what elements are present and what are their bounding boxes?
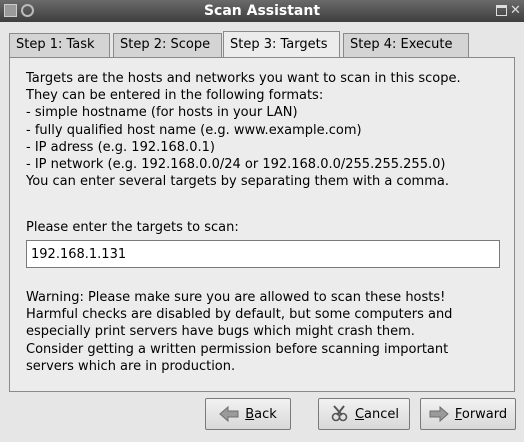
- tab-step-4-execute[interactable]: Step 4: Execute: [343, 33, 469, 57]
- description-line: - IP adress (e.g. 192.168.0.1): [26, 139, 215, 155]
- warning-line: servers which are in production.: [26, 358, 236, 374]
- maximize-icon[interactable]: [496, 5, 507, 16]
- warning-line: especially print servers have bugs which…: [26, 324, 415, 340]
- description-line: - simple hostname (for hosts in your LAN…: [26, 105, 298, 121]
- warning-line: Consider getting a written permission be…: [26, 341, 449, 357]
- scan-warning: Warning: Please make sure you are allowe…: [26, 289, 506, 375]
- description-line: Targets are the hosts and networks you w…: [26, 71, 461, 86]
- targets-label: Please enter the targets to scan:: [26, 220, 239, 235]
- cancel-label: Cancel: [354, 406, 400, 422]
- tab-step-2-scope[interactable]: Step 2: Scope: [113, 33, 222, 57]
- description-line: You can enter several targets by separat…: [26, 174, 449, 190]
- description-line: They can be entered in the following for…: [26, 88, 324, 104]
- window-title: Scan Assistant: [203, 3, 321, 19]
- tab-step-1-task[interactable]: Step 1: Task: [9, 33, 110, 57]
- button-separator: [9, 391, 515, 392]
- arrow-left-icon: [219, 405, 239, 423]
- forward-button[interactable]: Forward: [420, 398, 516, 430]
- step-tabs: Step 1: Task Step 2: Scope Step 3: Targe…: [9, 31, 524, 59]
- scan-assistant-window: Scan Assistant ✕ Step 1: Task Step 2: Sc…: [0, 0, 524, 442]
- warning-line: Warning: Please make sure you are allowe…: [26, 290, 446, 305]
- tab-step-3-targets[interactable]: Step 3: Targets: [223, 31, 340, 58]
- back-button[interactable]: Back: [205, 398, 291, 430]
- forward-label: Forward: [454, 406, 508, 422]
- description-line: - IP network (e.g. 192.168.0.0/24 or 192…: [26, 157, 446, 173]
- targets-input[interactable]: [26, 240, 500, 268]
- targets-description: Targets are the hosts and networks you w…: [26, 70, 506, 190]
- title-bar[interactable]: Scan Assistant ✕: [0, 0, 524, 22]
- cancel-button[interactable]: Cancel: [318, 398, 410, 430]
- back-label: Back: [245, 406, 277, 422]
- warning-line: Harmful checks are disabled by default, …: [26, 307, 453, 323]
- arrow-right-icon: [429, 405, 449, 423]
- description-line: - fully qualified host name (e.g. www.ex…: [26, 122, 362, 138]
- cancel-icon: [329, 405, 349, 423]
- close-icon[interactable]: ✕: [510, 4, 524, 18]
